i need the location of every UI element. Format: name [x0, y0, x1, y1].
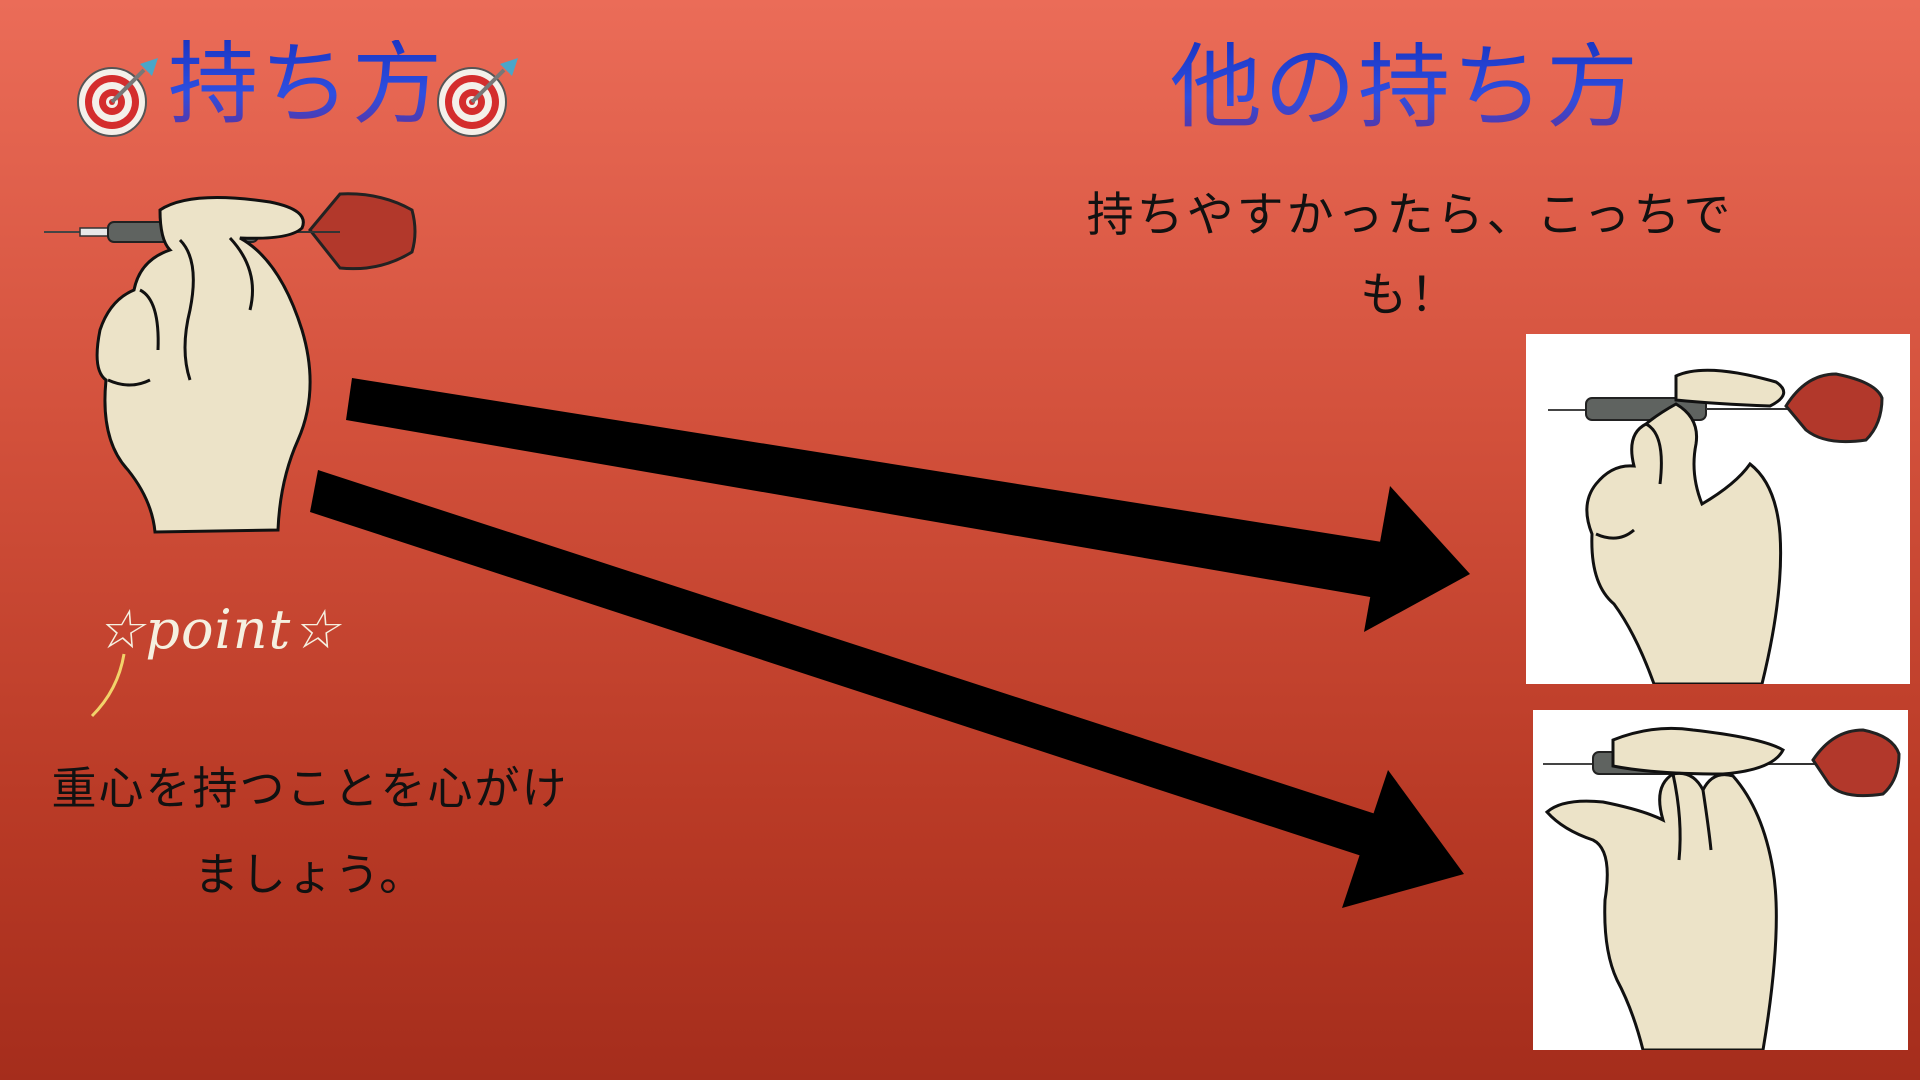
- hand-holding-dart-illustration: [44, 192, 417, 534]
- other-grip-subtitle: 持ちやすかったら、こっちでも！: [1086, 188, 1734, 323]
- other-grip-title: 他の持ち方: [1170, 34, 1641, 141]
- photo-grip-variant-1: [1526, 334, 1910, 686]
- dartboard-icon: [437, 58, 518, 137]
- point-swoosh-decoration: [90, 653, 126, 718]
- photo-grip-variant-2: [1533, 710, 1908, 1052]
- page-title: 持ち方: [168, 32, 444, 137]
- dartboard-icon: [77, 58, 158, 137]
- grip-tip-note: 重心を持つことを心がけましょう。: [51, 762, 569, 901]
- point-label: ☆point☆: [96, 598, 341, 661]
- arrow-to-top-photo: [346, 378, 1470, 632]
- hand-holding-dart-variant-1: [1548, 368, 1884, 686]
- hand-holding-dart-variant-2: [1543, 726, 1901, 1052]
- slide: 持ち方 他の持ち方 持ちやすかったら、こっちでも！ ☆point☆ 重心を持つこ…: [0, 0, 1920, 1080]
